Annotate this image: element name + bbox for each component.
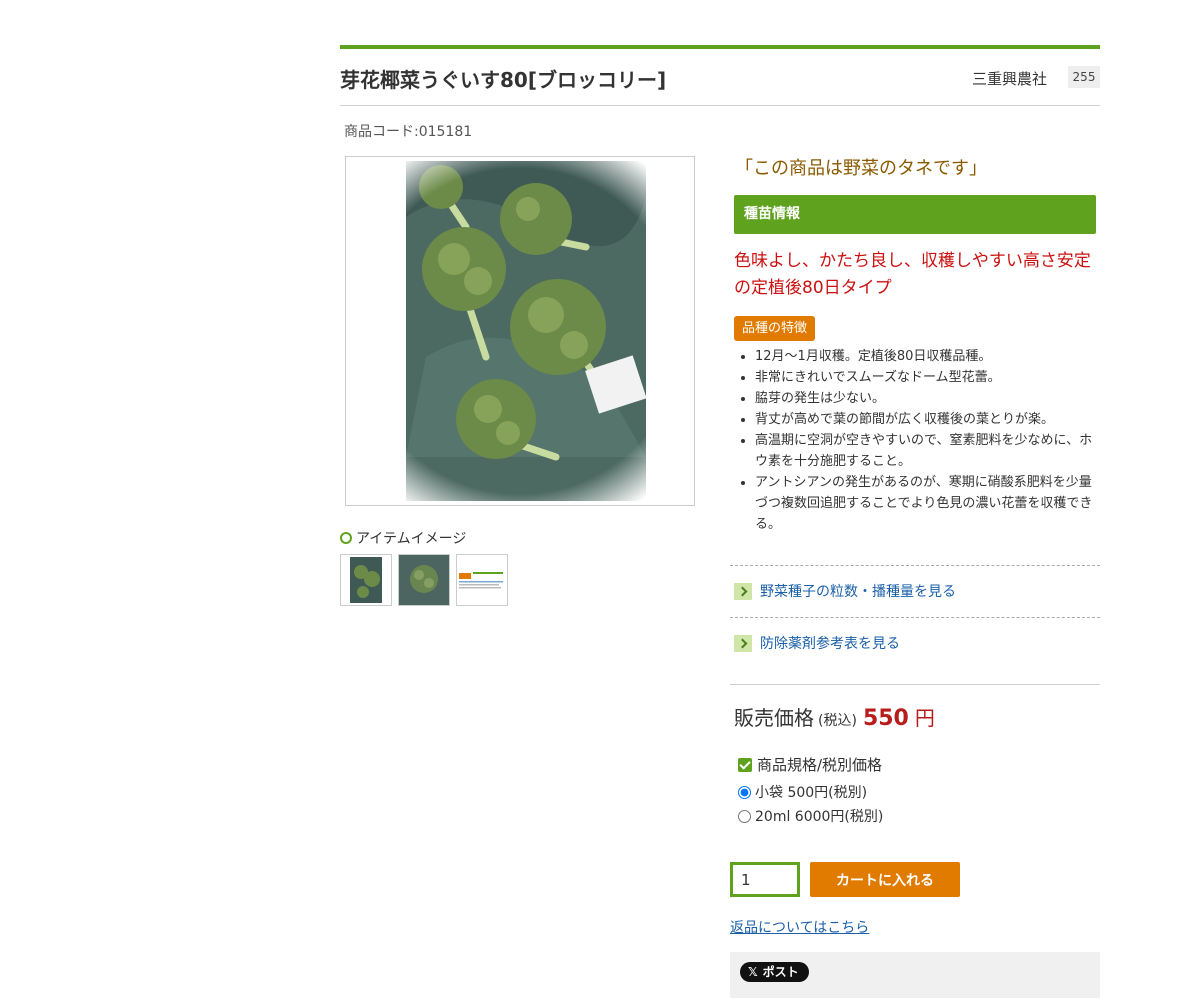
chevron-right-icon — [734, 582, 752, 600]
price-unit: 円 — [914, 706, 935, 730]
price-label: 販売価格 — [734, 706, 814, 730]
page-title: 芽花椰菜うぐいす80[ブロッコリー] — [340, 68, 667, 92]
spec-radio-20ml[interactable] — [738, 809, 751, 823]
list-item: 脇芽の発生は少ない。 — [755, 388, 1095, 409]
x-post-label: ポスト — [762, 965, 799, 979]
checkbox-checked-icon — [738, 757, 752, 772]
item-image-label-text: アイテムイメージ — [356, 531, 467, 547]
list-item: 12月〜1月収穫。定植後80日収穫品種。 — [755, 346, 1095, 367]
thumbnail-3[interactable] — [456, 554, 508, 606]
price-value: 550 — [862, 706, 909, 731]
spec-radio-small-bag[interactable] — [738, 785, 751, 799]
seed-info-heading: 種苗情報 — [734, 195, 1096, 234]
thumbnail-strip — [340, 554, 508, 606]
x-post-button[interactable]: 𝕏 ポスト — [740, 962, 809, 982]
pesticide-link[interactable]: 防除薬剤参考表を見る — [734, 633, 900, 653]
spec-heading-text: 商品規格/税別価格 — [757, 756, 883, 774]
thumbnail-2[interactable] — [398, 554, 450, 606]
spec-option-label: 小袋 500円(税別) — [755, 785, 868, 801]
seed-count-link-text: 野菜種子の粒数・播種量を見る — [760, 584, 956, 600]
returns-link[interactable]: 返品についてはこちら — [730, 917, 869, 937]
catchphrase: 色味よし、かたち良し、収穫しやすい高さ安定の定植後80日タイプ — [734, 251, 1091, 298]
list-item: アントシアンの発生があるのが、寒期に硝酸系肥料を少量づつ複数回追肥することでより… — [755, 472, 1095, 535]
thumbnail-1[interactable] — [340, 554, 392, 606]
x-logo-icon: 𝕏 — [748, 965, 758, 979]
spec-heading: 商品規格/税別価格 — [738, 754, 882, 775]
list-item: 非常にきれいでスムーズなドーム型花蕾。 — [755, 367, 1095, 388]
maker-name[interactable]: 三重興農社 — [972, 68, 1047, 89]
pesticide-link-text: 防除薬剤参考表を見る — [760, 636, 900, 652]
tax-note: (税込) — [818, 713, 857, 729]
quantity-input[interactable] — [730, 862, 800, 897]
product-code: 商品コード:015181 — [344, 124, 473, 140]
list-item: 背丈が高めで葉の節間が広く収穫後の葉とりが楽。 — [755, 409, 1095, 430]
item-image-label: アイテムイメージ — [340, 528, 466, 548]
chevron-right-icon — [734, 634, 752, 652]
price-row: 販売価格 (税込) 550 円 — [734, 702, 935, 731]
list-item: 高温期に空洞が空きやすいので、窒素肥料を少なめに、ホウ素を十分施肥すること。 — [755, 430, 1095, 472]
spec-option-small-bag[interactable]: 小袋 500円(税別) — [738, 782, 867, 802]
add-to-cart-button[interactable]: カートに入れる — [810, 862, 960, 897]
seed-count-link[interactable]: 野菜種子の粒数・播種量を見る — [734, 581, 956, 601]
divider — [730, 565, 1100, 566]
product-detail: 芽花椰菜うぐいす80[ブロッコリー] 三重興農社 255 商品コード:01518… — [340, 0, 1100, 1000]
seed-tagline: 「この商品は野菜のタネです」 — [735, 158, 987, 179]
spec-option-label: 20ml 6000円(税別) — [755, 809, 884, 825]
title-row: 芽花椰菜うぐいす80[ブロッコリー] 三重興農社 255 — [340, 60, 1100, 106]
maker-code-badge: 255 — [1068, 66, 1100, 88]
main-product-photo[interactable] — [345, 156, 695, 506]
ring-icon — [340, 532, 352, 544]
divider — [730, 684, 1100, 685]
share-box: 𝕏 ポスト — [730, 952, 1100, 998]
divider — [730, 617, 1100, 618]
feature-list: 12月〜1月収穫。定植後80日収穫品種。 非常にきれいでスムーズなドーム型花蕾。… — [755, 346, 1095, 535]
spec-option-20ml[interactable]: 20ml 6000円(税別) — [738, 806, 883, 826]
feature-badge: 品種の特徴 — [734, 316, 816, 341]
top-rule — [340, 45, 1100, 49]
